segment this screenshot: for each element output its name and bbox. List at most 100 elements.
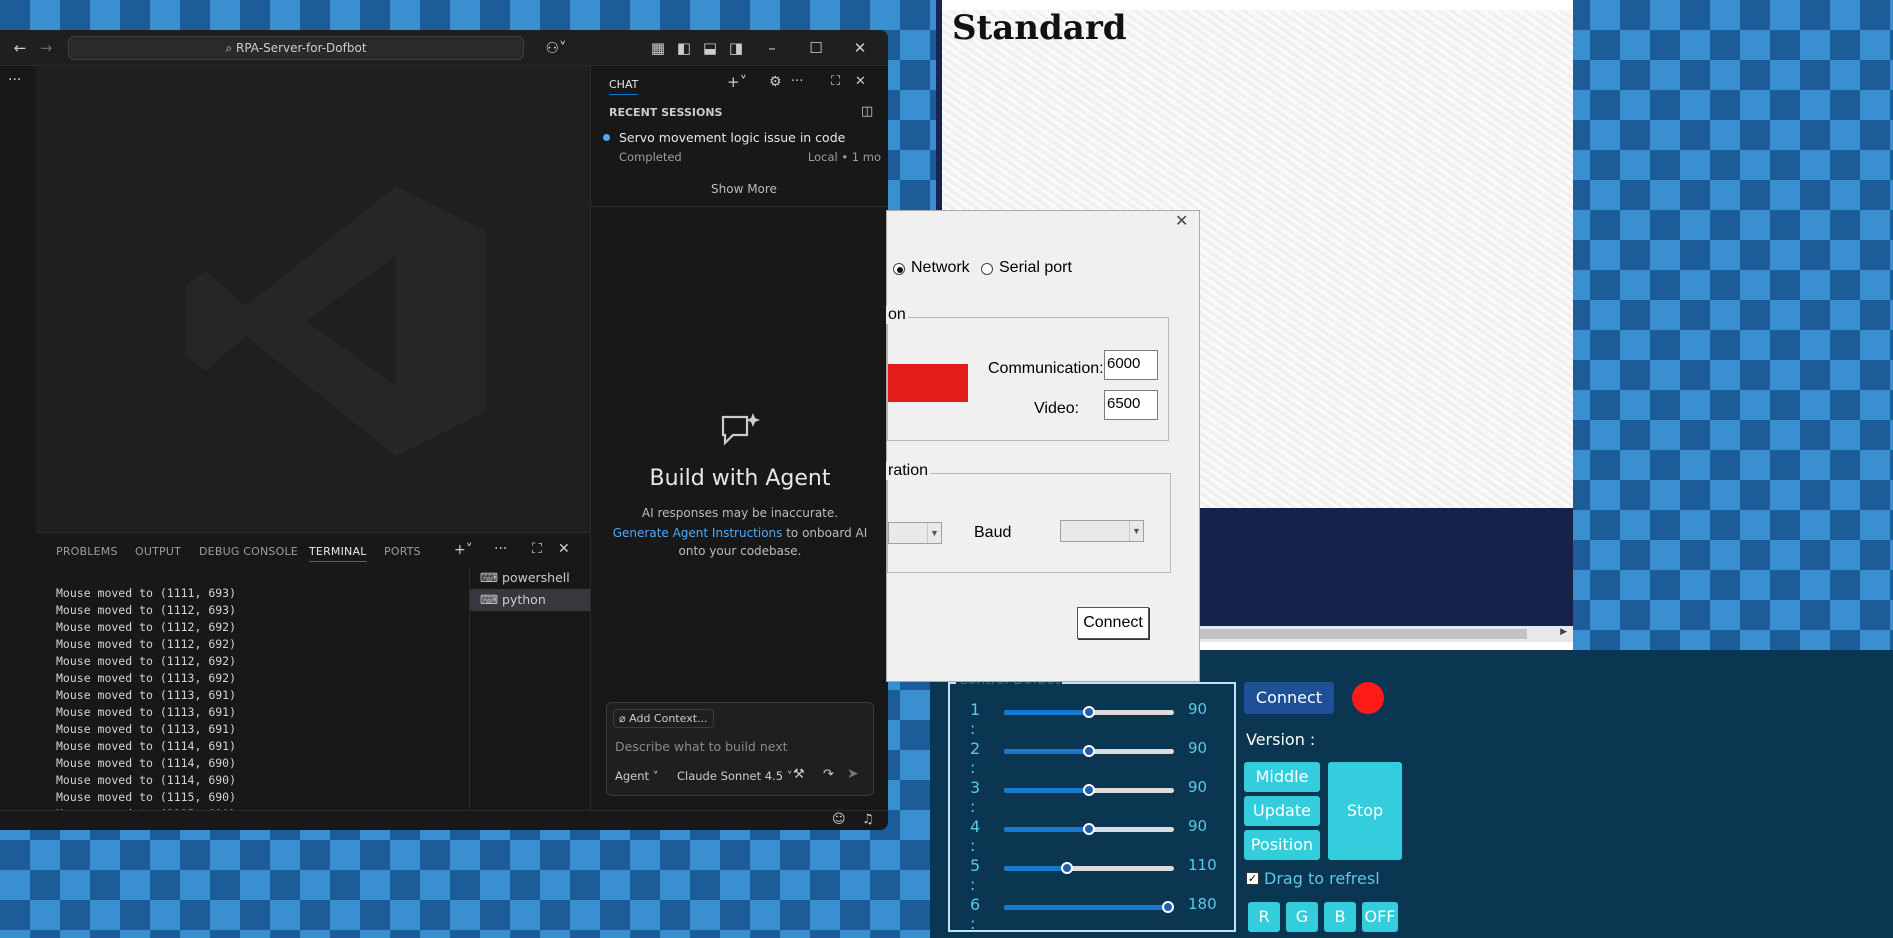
terminal-line: Mouse moved to (1111, 693) [56, 586, 237, 600]
chat-input[interactable]: Describe what to build next [615, 739, 788, 754]
bottom-panel: PROBLEMS OUTPUT DEBUG CONSOLE TERMINAL P… [36, 532, 590, 830]
slider-fill [1004, 866, 1067, 871]
gear-icon[interactable]: ⚙ [769, 74, 782, 90]
slider-fill [1004, 905, 1168, 910]
model-picker[interactable]: Claude Sonnet 4.5 ˅ [677, 769, 792, 783]
servo-value: 90 [1188, 817, 1208, 835]
copilot-icon[interactable]: ⚇˅ [538, 30, 574, 66]
build-with-agent-heading: Build with Agent [649, 466, 831, 491]
network-radio[interactable] [893, 263, 905, 275]
command-center-search[interactable]: ⌕ RPA-Server-for-Dofbot [68, 36, 524, 60]
terminal-item-python[interactable]: ⌨ python [470, 589, 590, 611]
maximize-panel-icon[interactable]: ⛶ [532, 541, 542, 557]
chat-panel: CHAT +˅ ⚙ ··· ⛶ ✕ RECENT SESSIONS ◫ Serv… [590, 66, 888, 810]
tab-output[interactable]: OUTPUT [135, 545, 181, 558]
session-item[interactable]: Servo movement logic issue in code Compl… [601, 126, 881, 166]
servo-value: 90 [1188, 778, 1208, 796]
baud-dropdown[interactable]: ▼ [1060, 520, 1144, 542]
toggle-secondary-sidebar-icon[interactable]: ◨ [724, 30, 748, 66]
scroll-right-icon[interactable]: ▶ [1560, 627, 1567, 637]
serial-port-dropdown[interactable]: ▼ [888, 522, 942, 544]
status-indicator [1352, 682, 1384, 714]
tools-icon[interactable]: ⚒ [793, 767, 805, 782]
led-r-button[interactable]: R [1248, 902, 1280, 932]
add-context-button[interactable]: ⌀ Add Context... [613, 709, 714, 728]
vscode-logo-watermark-icon [186, 186, 486, 456]
terminal-output[interactable]: Mouse moved to (1111, 693) Mouse moved to… [56, 585, 236, 830]
terminal-line: Mouse moved to (1113, 691) [56, 688, 237, 702]
minimize-icon[interactable]: – [760, 30, 784, 66]
copilot-status-icon[interactable]: ☺ [832, 812, 846, 827]
video-port-input[interactable]: 6500 [1104, 390, 1158, 420]
send-icon[interactable]: ➤ [847, 766, 859, 782]
chevron-down-icon: ▼ [927, 523, 941, 543]
position-button[interactable]: Position [1244, 830, 1320, 860]
close-icon[interactable]: ✕ [855, 74, 866, 89]
servo-slider[interactable] [1004, 862, 1174, 874]
toggle-panel-icon[interactable]: ⬓ [698, 30, 722, 66]
new-chat-icon[interactable]: +˅ [727, 73, 747, 91]
terminal-item-powershell[interactable]: ⌨ powershell [470, 567, 590, 589]
more-actions-icon[interactable]: ··· [791, 74, 803, 89]
close-icon[interactable]: ✕ [1175, 211, 1188, 231]
servo-slider[interactable] [1004, 823, 1174, 835]
led-b-button[interactable]: B [1324, 902, 1356, 932]
communication-port-input[interactable]: 6000 [1104, 350, 1158, 380]
terminal-line: Mouse moved to (1114, 690) [56, 756, 237, 770]
slider-thumb[interactable] [1083, 745, 1095, 757]
slider-thumb[interactable] [1083, 784, 1095, 796]
servo-slider[interactable] [1004, 901, 1174, 913]
show-more-link[interactable]: Show More [711, 182, 777, 196]
tab-terminal[interactable]: TERMINAL [309, 545, 367, 562]
stop-button[interactable]: Stop [1328, 762, 1402, 860]
serial-port-radio[interactable] [981, 263, 993, 275]
led-g-button[interactable]: G [1286, 902, 1318, 932]
instructions-text-line2: onto your codebase. [678, 544, 802, 558]
generate-instructions-link[interactable]: Generate Agent Instructions [613, 526, 783, 540]
terminal-line: Mouse moved to (1112, 692) [56, 620, 237, 634]
delegate-icon[interactable]: ↷ [823, 767, 834, 782]
maximize-icon[interactable]: ☐ [804, 30, 828, 66]
slider-thumb[interactable] [1162, 901, 1174, 913]
slider-thumb[interactable] [1083, 706, 1095, 718]
session-meta: Local • 1 mo [807, 150, 881, 164]
connect-button[interactable]: Connect [1244, 682, 1334, 714]
sidebar-toggle-icon[interactable]: ◫ [861, 104, 873, 119]
servo-slider[interactable] [1004, 784, 1174, 796]
middle-button[interactable]: Middle [1244, 762, 1320, 792]
toggle-primary-sidebar-icon[interactable]: ◧ [672, 30, 696, 66]
serial-group: ration ▼ Baud ▼ [886, 462, 1171, 573]
more-actions-icon[interactable]: ··· [494, 541, 507, 557]
editor-area [36, 66, 590, 532]
led-off-button[interactable]: OFF [1362, 902, 1398, 932]
tab-problems[interactable]: PROBLEMS [56, 545, 118, 558]
drag-to-refresh-checkbox[interactable]: ✓ [1246, 872, 1259, 885]
maximize-icon[interactable]: ⛶ [831, 74, 840, 89]
back-arrow-icon[interactable]: ← [8, 30, 32, 66]
slider-thumb[interactable] [1083, 823, 1095, 835]
serial-group-title: ration [886, 462, 931, 480]
mode-picker[interactable]: Agent ˅ [615, 769, 658, 783]
network-label: Network [911, 259, 970, 276]
update-button[interactable]: Update [1244, 796, 1320, 826]
close-icon[interactable]: ✕ [848, 30, 872, 66]
tab-debug-console[interactable]: DEBUG CONSOLE [199, 545, 298, 558]
servo-slider[interactable] [1004, 745, 1174, 757]
forward-arrow-icon[interactable]: → [34, 30, 58, 66]
close-panel-icon[interactable]: ✕ [558, 541, 570, 557]
standard-title: Standard [952, 8, 1127, 48]
connect-button[interactable]: Connect [1077, 607, 1149, 639]
more-actions-icon[interactable]: ··· [8, 72, 21, 88]
chat-tab[interactable]: CHAT [609, 78, 639, 95]
terminal-line: Mouse moved to (1113, 691) [56, 705, 237, 719]
slider-thumb[interactable] [1061, 862, 1073, 874]
servo-label: 1 : [970, 700, 981, 738]
bell-icon[interactable]: ♫ [862, 812, 874, 827]
customize-layout-icon[interactable]: ▦ [646, 30, 670, 66]
terminal-line: Mouse moved to (1114, 690) [56, 773, 237, 787]
servo-slider[interactable] [1004, 706, 1174, 718]
servo-label: 2 : [970, 739, 981, 777]
divider [591, 206, 888, 207]
tab-ports[interactable]: PORTS [384, 545, 421, 558]
new-terminal-icon[interactable]: +˅ [454, 542, 473, 558]
